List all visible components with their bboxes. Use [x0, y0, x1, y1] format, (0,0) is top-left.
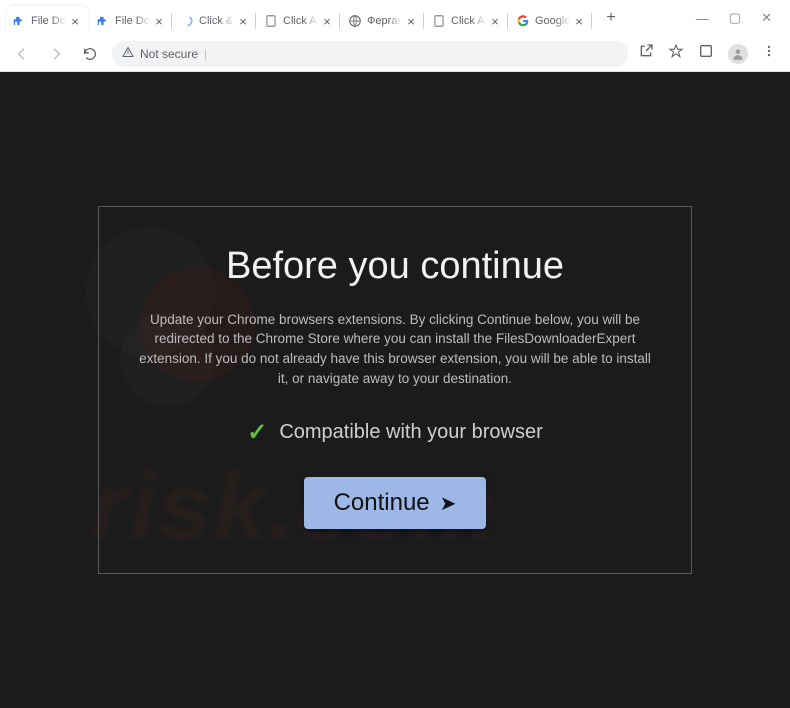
tab-favicon-icon — [12, 14, 26, 28]
browser-tab[interactable]: File Downl× — [6, 6, 88, 36]
browser-tab[interactable]: File Downl× — [90, 6, 172, 36]
window-close-button[interactable]: ✕ — [761, 10, 772, 26]
compatibility-text: Compatible with your browser — [279, 421, 542, 444]
tab-favicon-icon — [264, 14, 278, 28]
tab-title: Click &qu — [199, 15, 234, 27]
tab-favicon-icon — [432, 14, 446, 28]
tab-title: Google — [535, 15, 570, 27]
checkmark-icon: ✓ — [247, 418, 267, 447]
tab-close-icon[interactable]: × — [488, 14, 502, 28]
modal-heading: Before you continue — [139, 245, 651, 288]
continue-button[interactable]: Continue ➤ — [304, 477, 487, 529]
security-status-text: Not secure — [140, 47, 198, 61]
tab-title: Click Allow — [283, 15, 318, 27]
window-maximize-button[interactable]: ▢ — [729, 10, 741, 26]
titlebar: File Downl×File Downl×Click &qu×Click Al… — [0, 0, 790, 36]
address-bar[interactable]: Not secure | — [112, 41, 628, 67]
extensions-icon[interactable] — [698, 43, 714, 64]
modal-body-text: Update your Chrome browsers extensions. … — [139, 310, 651, 388]
share-icon[interactable] — [638, 43, 654, 64]
tab-close-icon[interactable]: × — [320, 14, 334, 28]
browser-tab[interactable]: Click Allow× — [426, 6, 508, 36]
tab-title: File Downl — [115, 15, 150, 27]
page-content: risk.com Before you continue Update your… — [0, 72, 790, 708]
tab-favicon-icon — [516, 14, 530, 28]
window-controls: — ▢ ✕ — [678, 0, 790, 36]
continue-modal: Before you continue Update your Chrome b… — [98, 206, 692, 574]
tab-favicon-icon — [180, 14, 194, 28]
tab-title: Фергана — [367, 15, 402, 27]
tab-close-icon[interactable]: × — [236, 14, 250, 28]
tab-favicon-icon — [348, 14, 362, 28]
not-secure-icon — [122, 46, 134, 61]
compatibility-row: ✓ Compatible with your browser — [139, 418, 651, 447]
back-button[interactable] — [10, 42, 34, 66]
browser-tab[interactable]: Фергана× — [342, 6, 424, 36]
new-tab-button[interactable]: + — [598, 5, 624, 31]
arrow-right-icon: ➤ — [440, 491, 457, 516]
browser-tab[interactable]: Click &qu× — [174, 6, 256, 36]
tab-title: File Downl — [31, 15, 66, 27]
profile-avatar[interactable] — [728, 44, 748, 64]
tab-strip: File Downl×File Downl×Click &qu×Click Al… — [0, 0, 678, 36]
tab-title: Click Allow — [451, 15, 486, 27]
tab-close-icon[interactable]: × — [152, 14, 166, 28]
reload-button[interactable] — [78, 42, 102, 66]
bookmark-star-icon[interactable] — [668, 43, 684, 64]
tab-close-icon[interactable]: × — [68, 14, 82, 28]
tab-close-icon[interactable]: × — [572, 14, 586, 28]
browser-toolbar: Not secure | — [0, 36, 790, 72]
forward-button[interactable] — [44, 42, 68, 66]
browser-tab[interactable]: Click Allow× — [258, 6, 340, 36]
continue-button-label: Continue — [334, 489, 430, 517]
kebab-menu-icon[interactable] — [762, 44, 776, 63]
tab-favicon-icon — [96, 14, 110, 28]
browser-tab[interactable]: Google× — [510, 6, 592, 36]
window-minimize-button[interactable]: — — [696, 11, 709, 26]
tab-close-icon[interactable]: × — [404, 14, 418, 28]
